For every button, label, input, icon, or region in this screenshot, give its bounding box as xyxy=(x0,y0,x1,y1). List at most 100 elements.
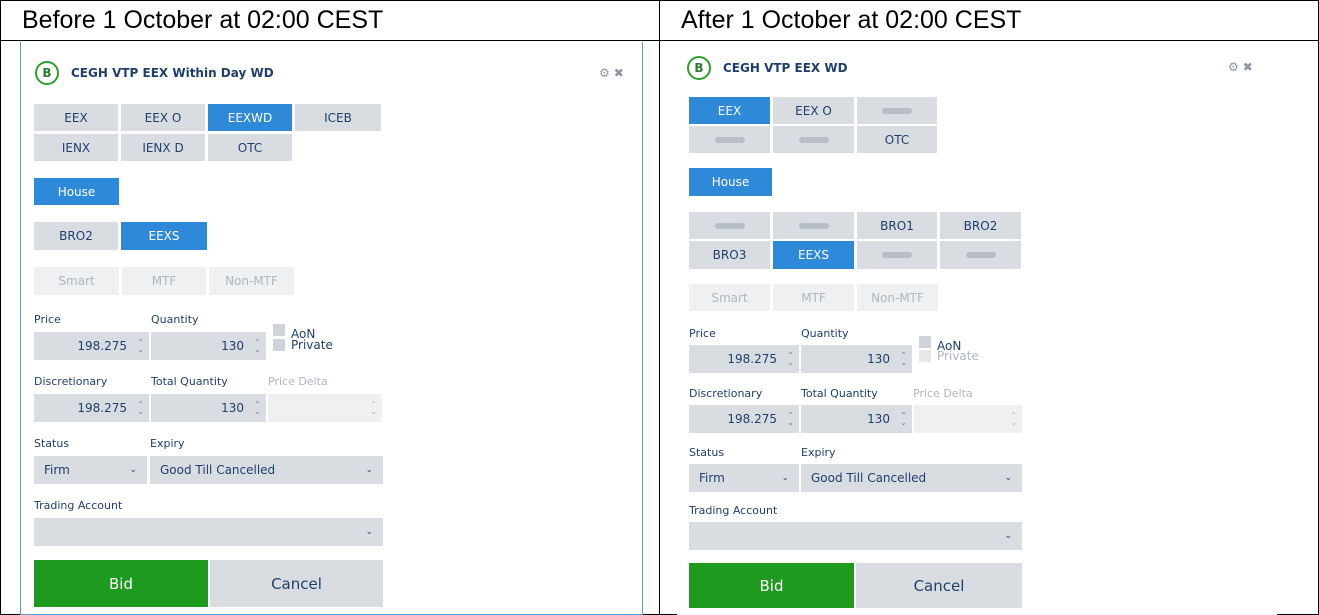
gear-icon[interactable]: ⚙ xyxy=(599,66,614,80)
venue-button-mtf[interactable]: MTF xyxy=(122,267,206,295)
trading-account-label: Trading Account xyxy=(34,499,123,512)
private-checkbox[interactable]: Private xyxy=(919,349,979,363)
trading-account-select[interactable]: ⌄ xyxy=(34,518,383,546)
spinner-icon[interactable]: ⌃ ⌄ xyxy=(137,339,144,354)
broker-button-hidden[interactable] xyxy=(857,241,937,269)
market-button-eex[interactable]: EEX xyxy=(689,97,770,124)
venue-button-non-mtf[interactable]: Non-MTF xyxy=(209,267,294,295)
cancel-button[interactable]: Cancel xyxy=(210,560,383,607)
checkbox-box[interactable] xyxy=(919,350,931,362)
quantity-input[interactable]: 130 ⌃ ⌄ xyxy=(151,332,266,360)
column-divider xyxy=(659,0,660,615)
broker-button-bro2[interactable]: BRO2 xyxy=(940,212,1021,239)
chevron-down-icon: ⌄ xyxy=(129,465,137,475)
venue-button-smart[interactable]: Smart xyxy=(689,284,770,311)
market-button-eex-o[interactable]: EEX O xyxy=(121,104,205,131)
market-button-iceb[interactable]: ICEB xyxy=(295,104,381,131)
spinner-icon[interactable]: ⌃ ⌄ xyxy=(1010,412,1017,427)
instrument-title: CEGH VTP EEX Within Day WD xyxy=(71,66,274,80)
bid-button[interactable]: Bid xyxy=(689,563,854,608)
market-button-eex-o[interactable]: EEX O xyxy=(773,97,854,124)
broker-button-bro3[interactable]: BRO3 xyxy=(689,241,770,269)
spinner-icon[interactable]: ⌃ ⌄ xyxy=(370,401,377,416)
total-quantity-input[interactable]: 130 ⌃ ⌄ xyxy=(801,405,912,433)
trading-account-select[interactable]: ⌄ xyxy=(689,522,1022,550)
market-button-hidden[interactable] xyxy=(773,126,854,153)
spinner-icon[interactable]: ⌃ ⌄ xyxy=(787,412,794,427)
market-button-otc[interactable]: OTC xyxy=(208,134,292,161)
expiry-select[interactable]: Good Till Cancelled ⌄ xyxy=(150,456,383,484)
bid-side-badge: B xyxy=(35,61,59,85)
broker-button-eexs[interactable]: EEXS xyxy=(773,241,854,269)
price-input[interactable]: 198.275 ⌃ ⌄ xyxy=(689,345,799,373)
price-delta-input[interactable]: ⌃ ⌄ xyxy=(268,394,382,422)
price-delta-label: Price Delta xyxy=(913,387,973,400)
close-icon[interactable]: ✖ xyxy=(614,66,628,80)
private-checkbox[interactable]: Private xyxy=(273,338,333,352)
checkbox-box[interactable] xyxy=(273,324,285,336)
discretionary-input[interactable]: 198.275 ⌃ ⌄ xyxy=(689,405,799,433)
spinner-icon[interactable]: ⌃ ⌄ xyxy=(787,352,794,367)
expiry-select[interactable]: Good Till Cancelled ⌄ xyxy=(801,464,1022,492)
broker-button-eexs[interactable]: EEXS xyxy=(121,222,207,250)
panel-title-bar: B CEGH VTP EEX Within Day WD xyxy=(35,60,274,86)
total-quantity-input[interactable]: 130 ⌃ ⌄ xyxy=(151,394,266,422)
status-select[interactable]: Firm ⌄ xyxy=(689,464,799,492)
status-select[interactable]: Firm ⌄ xyxy=(34,456,147,484)
market-button-ienx[interactable]: IENX xyxy=(34,134,118,161)
house-button[interactable]: House xyxy=(689,168,772,196)
broker-button-hidden[interactable] xyxy=(773,212,854,239)
broker-button-hidden[interactable] xyxy=(689,212,770,239)
spinner-icon[interactable]: ⌃ ⌄ xyxy=(254,339,261,354)
quantity-label: Quantity xyxy=(151,313,199,326)
broker-button-bro1[interactable]: BRO1 xyxy=(857,212,937,239)
spinner-icon[interactable]: ⌃ ⌄ xyxy=(137,401,144,416)
chevron-down-icon: ⌄ xyxy=(781,473,789,483)
venue-button-mtf[interactable]: MTF xyxy=(773,284,854,311)
spinner-icon[interactable]: ⌃ ⌄ xyxy=(254,401,261,416)
market-button-otc[interactable]: OTC xyxy=(857,126,937,153)
price-input[interactable]: 198.275 ⌃ ⌄ xyxy=(34,332,149,360)
price-delta-label: Price Delta xyxy=(268,375,328,388)
bid-button[interactable]: Bid xyxy=(34,560,208,607)
broker-button-hidden[interactable] xyxy=(940,241,1021,269)
total-quantity-label: Total Quantity xyxy=(801,387,878,400)
discretionary-input[interactable]: 198.275 ⌃ ⌄ xyxy=(34,394,149,422)
chevron-down-icon: ⌄ xyxy=(365,527,373,537)
market-button-eex[interactable]: EEX xyxy=(34,104,118,131)
price-delta-input[interactable]: ⌃ ⌄ xyxy=(914,405,1022,433)
chevron-down-icon: ⌄ xyxy=(1004,473,1012,483)
quantity-input[interactable]: 130 ⌃ ⌄ xyxy=(801,345,912,373)
price-label: Price xyxy=(34,313,61,326)
cancel-button[interactable]: Cancel xyxy=(856,563,1022,608)
market-button-ienx-d[interactable]: IENX D xyxy=(121,134,205,161)
market-button-hidden[interactable] xyxy=(689,126,770,153)
panel-tools[interactable]: ⚙✖ xyxy=(599,66,628,80)
bid-side-badge: B xyxy=(687,56,711,80)
trading-account-label: Trading Account xyxy=(689,504,778,517)
discretionary-label: Discretionary xyxy=(34,375,108,388)
broker-button-bro2[interactable]: BRO2 xyxy=(34,222,118,250)
discretionary-label: Discretionary xyxy=(689,387,763,400)
spinner-icon[interactable]: ⌃ ⌄ xyxy=(900,412,907,427)
market-button-eexwd[interactable]: EEXWD xyxy=(208,104,292,131)
spinner-icon[interactable]: ⌃ ⌄ xyxy=(900,352,907,367)
status-label: Status xyxy=(689,446,725,459)
checkbox-box[interactable] xyxy=(919,336,931,348)
close-icon[interactable]: ✖ xyxy=(1243,60,1257,74)
expiry-label: Expiry xyxy=(150,437,185,450)
checkbox-box[interactable] xyxy=(273,339,285,351)
venue-button-non-mtf[interactable]: Non-MTF xyxy=(857,284,938,311)
status-label: Status xyxy=(34,437,70,450)
chevron-down-icon: ⌄ xyxy=(365,465,373,475)
panel-title-bar: B CEGH VTP EEX WD xyxy=(687,55,848,81)
gear-icon[interactable]: ⚙ xyxy=(1228,60,1243,74)
total-quantity-label: Total Quantity xyxy=(151,375,228,388)
panel-tools[interactable]: ⚙✖ xyxy=(1228,60,1257,74)
market-button-hidden[interactable] xyxy=(857,97,937,124)
venue-button-smart[interactable]: Smart xyxy=(34,267,119,295)
price-label: Price xyxy=(689,327,716,340)
quantity-label: Quantity xyxy=(801,327,849,340)
order-panel-before: B CEGH VTP EEX Within Day WD ⚙✖ EEX EEX … xyxy=(20,42,643,615)
house-button[interactable]: House xyxy=(34,178,119,205)
